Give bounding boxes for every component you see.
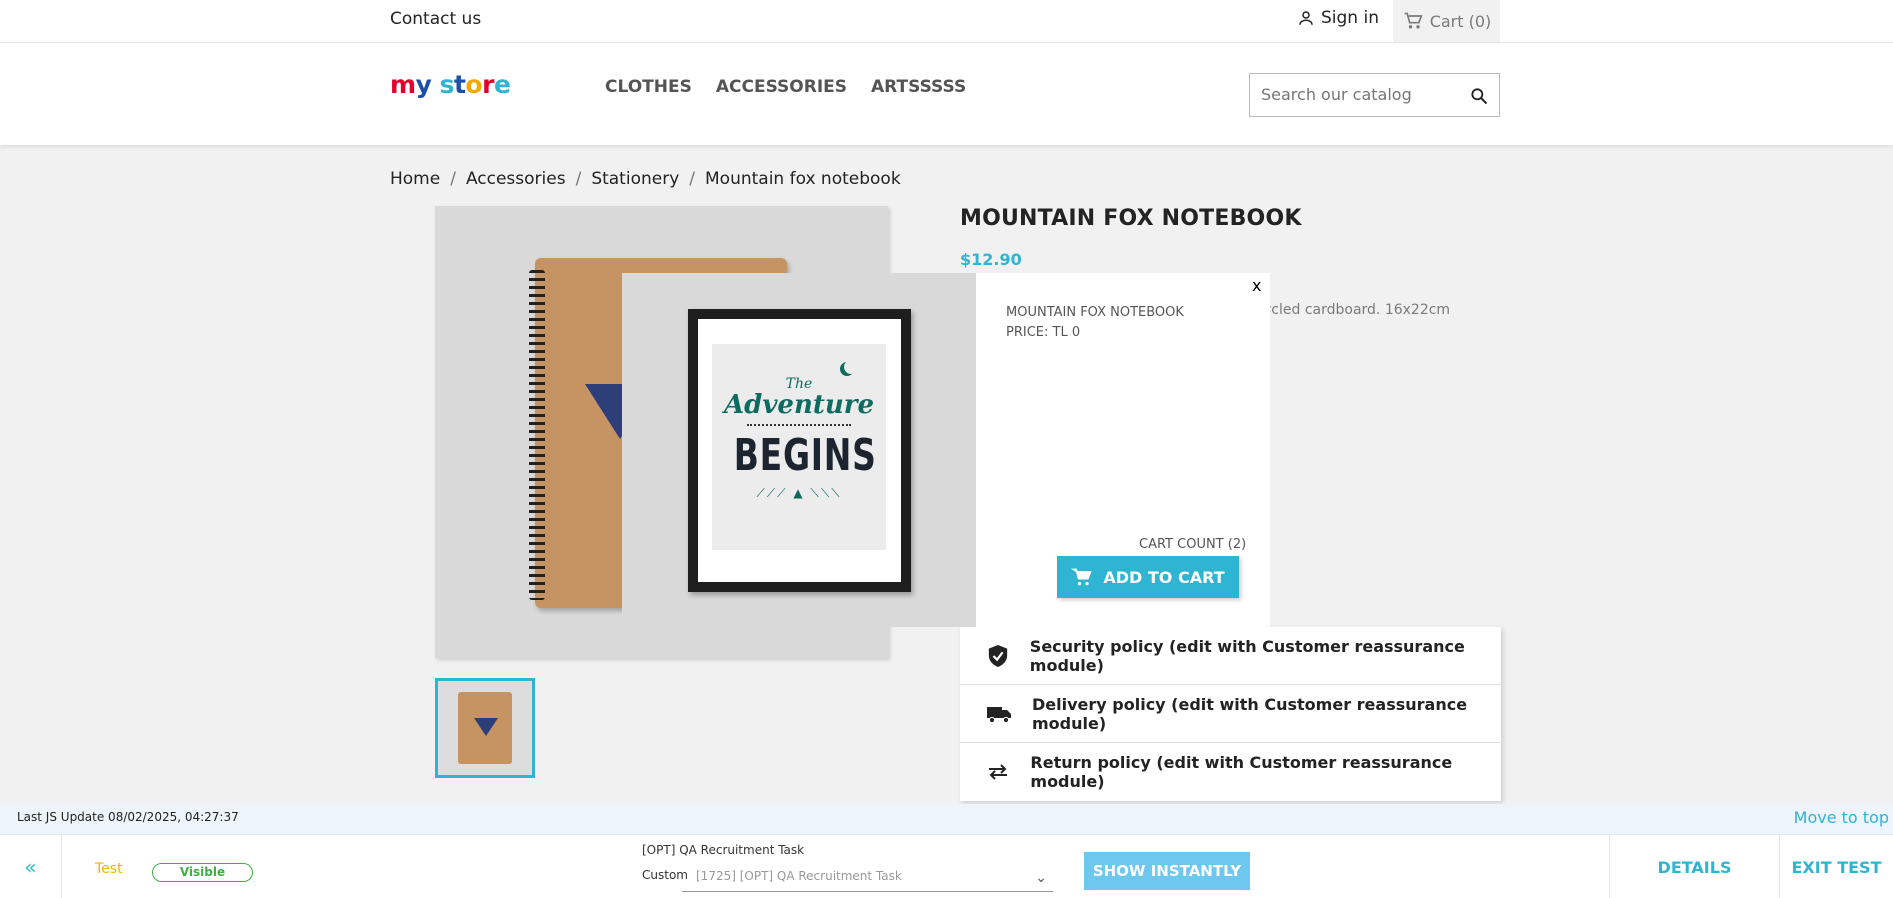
- sign-in-link[interactable]: Sign in: [1297, 8, 1379, 28]
- thumbnail-notebook: [458, 692, 512, 764]
- user-icon: [1299, 11, 1313, 25]
- variant-select[interactable]: [1725] [OPT] QA Recruitment Task ⌄: [682, 862, 1053, 892]
- reassurance-return: Return policy (edit with Customer reassu…: [960, 743, 1501, 801]
- search-icon[interactable]: [1469, 86, 1489, 106]
- notebook-spiral: [529, 270, 545, 600]
- chevron-down-icon: ⌄: [1035, 870, 1047, 886]
- breadcrumb-current: Mountain fox notebook: [705, 169, 901, 189]
- visible-badge[interactable]: Visible: [152, 863, 253, 882]
- add-to-cart-label: ADD TO CART: [1103, 567, 1225, 587]
- add-to-cart-popup: The Adventure BEGINS ⟋⟋⟋ ▲ ⟍⟍⟍ x MOUNTAI…: [622, 273, 1270, 627]
- tent-icon: ⟋⟋⟋ ▲ ⟍⟍⟍: [756, 486, 842, 500]
- variant-select-value: [1725] [OPT] QA Recruitment Task: [696, 869, 902, 883]
- cart-icon: [1071, 568, 1092, 586]
- breadcrumb-separator: /: [575, 169, 582, 189]
- product-description: ycled cardboard. 16x22cm: [1263, 302, 1451, 318]
- last-js-update: Last JS Update 08/02/2025, 04:27:37: [17, 810, 239, 824]
- exit-test-button[interactable]: EXIT TEST: [1779, 835, 1893, 898]
- moon-icon: [844, 360, 858, 374]
- test-toolbar: « Test Visible [OPT] QA Recruitment Task…: [0, 834, 1893, 898]
- breadcrumb-separator: /: [450, 169, 456, 189]
- details-button[interactable]: DETAILS: [1609, 835, 1779, 898]
- nav-clothes[interactable]: CLOTHES: [605, 77, 692, 97]
- double-chevron-left-icon: «: [24, 855, 37, 879]
- product-price: $12.90: [960, 250, 1022, 269]
- popup-product-price: PRICE: TL 0: [1006, 325, 1081, 340]
- breadcrumb-stationery[interactable]: Stationery: [591, 169, 679, 189]
- sign-in-label: Sign in: [1321, 8, 1379, 28]
- move-to-top-link[interactable]: Move to top: [1794, 808, 1889, 827]
- poster-artwork: The Adventure BEGINS ⟋⟋⟋ ▲ ⟍⟍⟍: [712, 344, 886, 550]
- reassurance-label: Security policy (edit with Customer reas…: [1029, 636, 1465, 675]
- poster-frame: The Adventure BEGINS ⟋⟋⟋ ▲ ⟍⟍⟍: [688, 309, 911, 592]
- reassurance-security: Security policy (edit with Customer reas…: [960, 627, 1501, 685]
- cart-label: Cart (0): [1429, 11, 1492, 31]
- top-bar: Contact us Sign in Cart (0): [0, 0, 1893, 43]
- test-label: Test: [95, 861, 123, 877]
- main-nav: CLOTHES ACCESSORIES ARTSSSSS: [605, 77, 966, 97]
- reassurance-block: Security policy (edit with Customer reas…: [960, 627, 1501, 801]
- nav-accessories[interactable]: ACCESSORIES: [716, 77, 847, 97]
- search-box: [1249, 73, 1500, 117]
- store-logo[interactable]: my store: [390, 70, 511, 99]
- breadcrumb-accessories[interactable]: Accessories: [466, 169, 566, 189]
- shield-icon: [986, 644, 1010, 668]
- search-input[interactable]: [1261, 74, 1461, 114]
- swap-icon: [986, 763, 1010, 781]
- add-to-cart-button[interactable]: ADD TO CART: [1057, 556, 1239, 598]
- nav-art[interactable]: ARTSSSSS: [871, 77, 966, 97]
- truck-icon: [986, 704, 1012, 724]
- show-instantly-button[interactable]: SHOW INSTANTLY: [1084, 852, 1250, 890]
- breadcrumb-home[interactable]: Home: [390, 169, 440, 189]
- popup-cart-count: CART COUNT (2): [1139, 537, 1247, 552]
- cart-button[interactable]: Cart (0): [1393, 0, 1500, 42]
- campaign-name: [OPT] QA Recruitment Task: [642, 843, 805, 857]
- cart-icon: [1404, 12, 1423, 29]
- product-title: MOUNTAIN FOX NOTEBOOK: [960, 206, 1302, 231]
- reassurance-label: Delivery policy (edit with Customer reas…: [1032, 694, 1468, 733]
- product-thumbnail[interactable]: [435, 678, 535, 778]
- reassurance-label: Return policy (edit with Customer reassu…: [1030, 753, 1453, 791]
- reassurance-delivery: Delivery policy (edit with Customer reas…: [960, 685, 1501, 743]
- site-header: my store CLOTHES ACCESSORIES ARTSSSSS: [0, 43, 1893, 145]
- popup-product-image: The Adventure BEGINS ⟋⟋⟋ ▲ ⟍⟍⟍: [622, 273, 976, 627]
- js-update-bar: Last JS Update 08/02/2025, 04:27:37 Move…: [0, 804, 1893, 834]
- breadcrumb-separator: /: [689, 169, 695, 189]
- collapse-toolbar-button[interactable]: «: [0, 835, 62, 898]
- contact-us-link[interactable]: Contact us: [390, 9, 481, 29]
- breadcrumb: Home / Accessories / Stationery / Mounta…: [390, 169, 901, 189]
- popup-product-name: MOUNTAIN FOX NOTEBOOK: [1006, 305, 1184, 320]
- popup-close-button[interactable]: x: [1252, 276, 1261, 295]
